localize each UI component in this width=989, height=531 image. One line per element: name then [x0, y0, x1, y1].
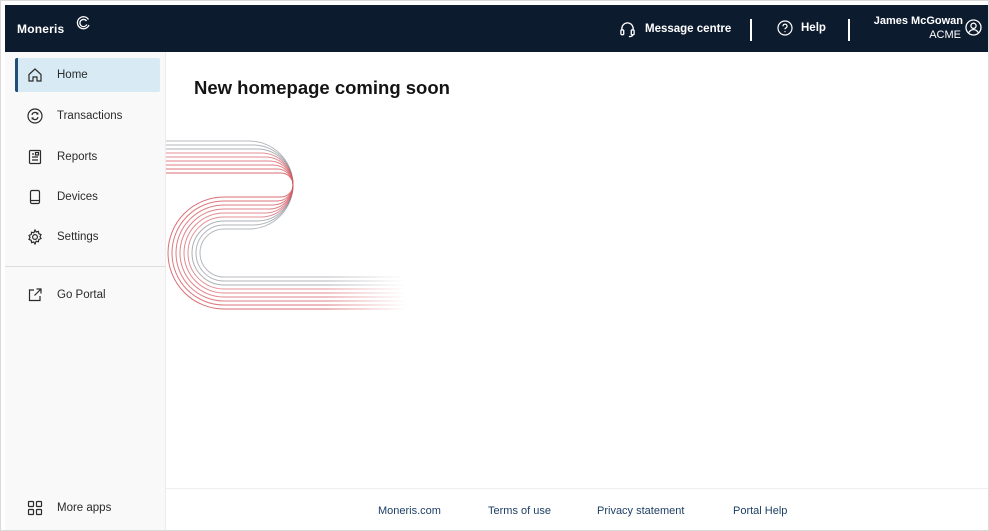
help-icon — [777, 20, 793, 36]
header-divider — [848, 19, 850, 41]
help-button[interactable]: Help — [777, 20, 826, 36]
sidebar-item-reports[interactable]: Reports — [15, 140, 160, 174]
sidebar-item-devices[interactable]: Devices — [15, 180, 160, 214]
decorative-stripes-graphic — [166, 140, 406, 332]
footer: Moneris.com Terms of use Privacy stateme… — [166, 488, 988, 530]
sidebar-item-label: Reports — [57, 151, 98, 163]
top-bar: Moneris Message centre Help James McGowa… — [5, 5, 988, 52]
transactions-icon — [27, 108, 43, 124]
company-name: ACME — [929, 29, 961, 41]
app-window: Moneris Message centre Help James McGowa… — [0, 0, 989, 531]
sidebar-item-label: Devices — [57, 191, 98, 203]
more-apps-button[interactable]: More apps — [15, 491, 160, 525]
external-link-icon — [28, 288, 42, 302]
sidebar-item-settings[interactable]: Settings — [15, 220, 160, 254]
sidebar-item-label: Settings — [57, 231, 99, 243]
page-title: New homepage coming soon — [194, 77, 450, 98]
footer-link-moneris[interactable]: Moneris.com — [378, 505, 441, 517]
go-portal-link[interactable]: Go Portal — [15, 278, 160, 312]
moneris-logo[interactable]: Moneris — [17, 16, 90, 36]
headset-icon — [620, 21, 635, 37]
sidebar: Home Transactions Reports Devices Settin… — [5, 52, 166, 530]
go-portal-label: Go Portal — [57, 289, 106, 301]
sidebar-item-transactions[interactable]: Transactions — [15, 99, 160, 133]
logo-swirl-icon — [76, 16, 90, 30]
message-centre-label: Message centre — [645, 23, 732, 35]
footer-link-terms[interactable]: Terms of use — [488, 505, 551, 517]
main-content: New homepage coming soon Moneris.com Ter… — [166, 52, 988, 530]
sidebar-item-home[interactable]: Home — [15, 58, 160, 92]
message-centre-button[interactable]: Message centre — [619, 20, 731, 38]
help-label: Help — [801, 22, 826, 34]
header-divider — [750, 19, 752, 41]
logo-text: Moneris — [17, 22, 65, 36]
home-icon — [28, 68, 42, 82]
gear-icon — [28, 229, 42, 245]
footer-link-privacy[interactable]: Privacy statement — [597, 505, 684, 517]
sidebar-divider — [5, 266, 166, 267]
user-name: James McGowan — [873, 15, 963, 27]
user-menu[interactable]: James McGowan ACME — [867, 14, 963, 42]
reports-icon — [28, 149, 42, 165]
footer-link-portal-help[interactable]: Portal Help — [733, 505, 787, 517]
more-apps-label: More apps — [57, 502, 112, 514]
apps-grid-icon — [27, 500, 43, 516]
devices-icon — [29, 189, 41, 205]
sidebar-item-label: Home — [57, 69, 88, 81]
user-profile-icon[interactable] — [965, 19, 982, 36]
sidebar-item-label: Transactions — [57, 110, 123, 122]
stripe-fade — [326, 257, 406, 332]
